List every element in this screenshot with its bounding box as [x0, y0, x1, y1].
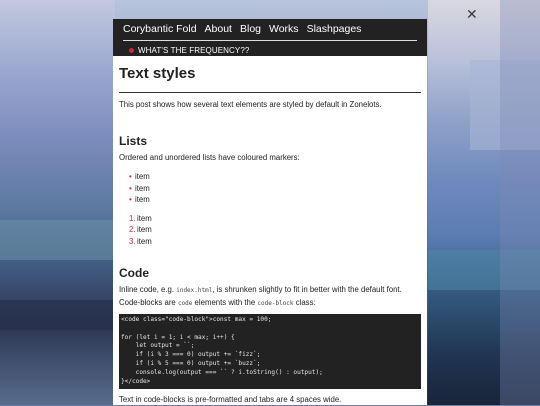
list-item: item [129, 183, 421, 195]
nav-works-link[interactable]: Works [269, 23, 299, 35]
code-lead-text: Inline code, e.g. [119, 285, 177, 294]
code-lead-text: class: [293, 297, 316, 307]
list-item: item [129, 224, 152, 235]
post-intro: This post shows how several text element… [119, 100, 382, 109]
code-after-text: Text in code-blocks is pre-formatted and… [119, 395, 342, 405]
code-heading: Code [119, 266, 149, 280]
code-block: <code class="code-block">const max = 100… [119, 314, 421, 390]
lists-heading: Lists [119, 133, 148, 148]
nav-slashpages-link[interactable]: Slashpages [307, 23, 362, 35]
ordered-list: item item item [119, 213, 421, 248]
page-column: Corybantic Fold About Blog Works Slashpa… [113, 19, 427, 405]
nav-blog-link[interactable]: Blog [240, 23, 261, 35]
post-title: Text styles [119, 65, 196, 82]
code-lead: Inline code, e.g. index.html, is shrunke… [119, 284, 421, 309]
unordered-list: item item item [119, 171, 421, 206]
post-content: Text styles This post shows how several … [113, 65, 427, 406]
live-dot-icon [129, 47, 134, 53]
frequency-banner-text: WHAT'S THE FREQUENCY?? [138, 45, 250, 55]
inline-code-example: index.html [176, 287, 213, 294]
bird-icon: ✕ [466, 6, 478, 22]
list-item: item [129, 171, 421, 183]
main-nav: Corybantic Fold About Blog Works Slashpa… [119, 19, 421, 35]
frequency-banner[interactable]: WHAT'S THE FREQUENCY?? [119, 41, 421, 57]
nav-home-link[interactable]: Corybantic Fold [123, 23, 197, 35]
lists-lead: Ordered and unordered lists have coloure… [119, 152, 300, 162]
list-item: item [129, 194, 421, 206]
title-divider [119, 92, 421, 93]
code-lead-text: elements with the [192, 297, 258, 307]
nav-about-link[interactable]: About [205, 23, 232, 35]
list-item: item [129, 236, 152, 247]
list-item: item [129, 213, 152, 224]
inline-code-tag: code [177, 299, 193, 307]
inline-code-class: code-block [257, 299, 294, 307]
top-nav-bar: Corybantic Fold About Blog Works Slashpa… [113, 19, 427, 56]
